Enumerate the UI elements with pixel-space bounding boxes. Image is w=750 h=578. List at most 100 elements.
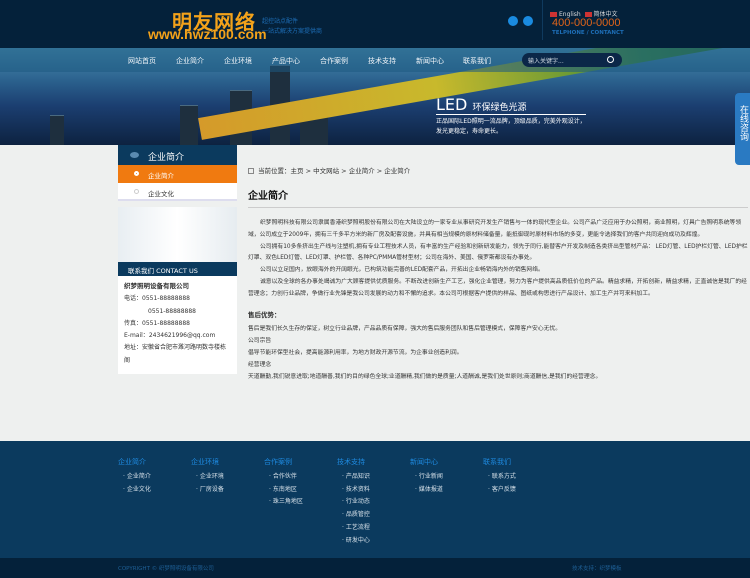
footer-col-title[interactable]: 企业环境 (191, 457, 261, 467)
sidebar-title: 企业简介 (118, 145, 237, 165)
chat-bubble-icon (130, 152, 139, 158)
address-label: 地址： (124, 344, 143, 352)
tel-2: 0551-88888888 (148, 307, 196, 315)
sidebar-item-label: 企业简介 (148, 172, 174, 180)
online-consult-button[interactable]: 在线咨询 (735, 93, 750, 165)
banner-title-led: LED (436, 95, 468, 114)
customer-service-photo (118, 207, 237, 262)
footer-link[interactable]: · 技术资料 (337, 484, 407, 497)
qq-icon[interactable] (508, 16, 518, 26)
paragraph: 天道酬勤,我们锐意进取;地道酬善,我们的目的绿色全球;业道酬精,我们做的是质量;… (248, 373, 602, 380)
sidebar-item-about[interactable]: 企业简介 (118, 165, 237, 183)
tel-label: 电话： (124, 295, 143, 303)
copyright: COPYRIGHT © 织梦照明设备有限公司 (118, 566, 214, 572)
paragraph: 公司以立足国内，放眼海外的开阔眼光，已构筑功能完善的LED配套产品，开拓出企业畅… (260, 267, 544, 274)
page-title: 企业简介 (248, 187, 748, 208)
footer-col-cases: 合作案例 · 合作伙伴 · 东南地区 · 珠三角地区 (264, 457, 334, 509)
footer-link[interactable]: · 珠三角地区 (264, 496, 334, 509)
breadcrumb-item[interactable]: 企业简介 (349, 167, 375, 175)
footer-link[interactable]: · 产品知识 (337, 471, 407, 484)
sidebar-title-text: 企业简介 (148, 153, 185, 163)
footer-link[interactable]: · 工艺流程 (337, 522, 407, 535)
contact-details: 织梦照明设备有限公司 电话：0551-88888888 0551-8888888… (118, 276, 237, 371)
nav-cases[interactable]: 合作案例 (320, 56, 348, 66)
paragraph: 倡导节能环保型社会，提高能源利用率，为地方财政开源节流，为企事业创造利润。 (248, 349, 463, 356)
logo-url[interactable]: www.hwz100.com (148, 26, 267, 42)
contact-title: 联系我们 CONTACT US (118, 262, 237, 276)
footer-col-about: 企业简介 · 企业简介 · 企业文化 (118, 457, 188, 496)
breadcrumb: 当前位置：主页 > 中文网站 > 企业简介 > 企业简介 (248, 165, 748, 175)
banner-subtitle: 正品国际LED照明一流品牌，顶级品质，完美外观设计， 发光更稳定，寿命更长。 (436, 117, 586, 137)
main-nav: 网站首页 企业简介 企业环境 产品中心 合作案例 技术支持 新闻中心 联系我们 … (0, 48, 750, 72)
footer-link[interactable]: · 企业简介 (118, 471, 188, 484)
building (50, 115, 64, 145)
consult-label: 在线咨询 (738, 105, 748, 141)
nav-products[interactable]: 产品中心 (272, 56, 300, 66)
paragraph: 经营理念 (248, 361, 272, 368)
breadcrumb-item[interactable]: 企业简介 (384, 167, 410, 175)
search-icon[interactable] (607, 56, 614, 63)
footer-link[interactable]: · 行业动态 (337, 496, 407, 509)
paragraph: 售后是我们长久生存的保证，树立行业品牌，产品品质有保障，强大的售后服务团队和售后… (248, 326, 562, 333)
banner-divider (436, 114, 586, 115)
nav-about[interactable]: 企业简介 (176, 56, 204, 66)
footer-col-title[interactable]: 技术支持 (337, 457, 407, 467)
nav-home[interactable]: 网站首页 (128, 56, 156, 66)
fax: 0551-88888888 (142, 319, 190, 327)
phone-number: 400-000-0000 (552, 17, 621, 29)
paragraph: 公司拥有10多条挤出生产线与注塑机,拥有专业工程技术人员，有丰富的生产经验和创新… (248, 243, 748, 262)
phone-label: TELPHONE / CONTANCT (552, 30, 624, 36)
banner-line: 正品国际LED照明一流品牌，顶级品质，完美外观设计， (436, 118, 586, 125)
footer-col-title[interactable]: 合作案例 (264, 457, 334, 467)
search-placeholder: 输入关键字... (528, 58, 564, 65)
email-label: E-mail： (124, 332, 149, 340)
search-input[interactable]: 输入关键字... (522, 53, 622, 67)
contact-box: 联系我们 CONTACT US 织梦照明设备有限公司 电话：0551-88888… (118, 207, 237, 374)
sidebar-item-culture[interactable]: 企业文化 (118, 183, 237, 201)
tel-1: 0551-88888888 (142, 295, 190, 303)
footer-col-contact: 联系我们 · 联系方式 · 客户反馈 (483, 457, 553, 496)
footer-link[interactable]: · 媒体报道 (410, 484, 480, 497)
footer-col-environment: 企业环境 · 企业环境 · 厂房设备 (191, 457, 261, 496)
paragraph: 织梦照明科技有限公司隶属香港织梦照明股份有限公司在大陆设立的一家专业从事研究开发… (248, 220, 742, 238)
divider (542, 0, 543, 40)
footer-link[interactable]: · 东南地区 (264, 484, 334, 497)
footer-link[interactable]: · 合作伙伴 (264, 471, 334, 484)
footer-link[interactable]: · 厂房设备 (191, 484, 261, 497)
paragraph: 公司宗旨 (248, 338, 272, 345)
main-content: 当前位置：主页 > 中文网站 > 企业简介 > 企业简介 企业简介 织梦照明科技… (248, 165, 748, 383)
tech-support[interactable]: 技术支持：织梦模板 (572, 564, 622, 572)
footer-col-support: 技术支持 · 产品知识 · 技术资料 · 行业动态 · 品质管控 · 工艺流程 · 研发中心 (337, 457, 407, 547)
contact-title-cn: 联系我们 (128, 267, 154, 275)
footer-link[interactable]: · 企业文化 (118, 484, 188, 497)
breadcrumb-item[interactable]: 主页 (291, 167, 304, 175)
footer-link[interactable]: · 研发中心 (337, 535, 407, 548)
weibo-icon[interactable] (523, 16, 533, 26)
footer-col-title[interactable]: 企业简介 (118, 457, 188, 467)
nav-contact[interactable]: 联系我们 (463, 56, 491, 66)
banner-line: 发光更稳定，寿命更长。 (436, 128, 503, 135)
nav-support[interactable]: 技术支持 (368, 56, 396, 66)
bottom-bar: COPYRIGHT © 织梦照明设备有限公司 技术支持：织梦模板 (0, 558, 750, 578)
footer-link[interactable]: · 品质管控 (337, 509, 407, 522)
nav-environment[interactable]: 企业环境 (224, 56, 252, 66)
home-icon (248, 168, 254, 174)
breadcrumb-prefix: 当前位置： (258, 167, 291, 175)
slogan: 超控站点配件 一站式解决方案提供商 (262, 17, 322, 37)
footer-link[interactable]: · 企业环境 (191, 471, 261, 484)
footer-link[interactable]: · 客户反馈 (483, 484, 553, 497)
contact-title-en: CONTACT US (156, 267, 198, 275)
footer-col-title[interactable]: 新闻中心 (410, 457, 480, 467)
slogan-line: 超控站点配件 (262, 18, 299, 25)
footer-link[interactable]: · 联系方式 (483, 471, 553, 484)
bullet-icon (134, 171, 139, 176)
breadcrumb-item[interactable]: 中文网站 (313, 167, 339, 175)
banner-title: LED 环保绿色光源 (436, 95, 526, 114)
article-body: 织梦照明科技有限公司隶属香港织梦照明股份有限公司在大陆设立的一家专业从事研究开发… (248, 218, 748, 383)
email[interactable]: 2434621996@qq.com (149, 332, 216, 339)
footer-col-news: 新闻中心 · 行业新闻 · 媒体报道 (410, 457, 480, 496)
footer-link[interactable]: · 行业新闻 (410, 471, 480, 484)
nav-news[interactable]: 新闻中心 (416, 56, 444, 66)
sidebar-item-label: 企业文化 (148, 190, 174, 198)
footer-col-title[interactable]: 联系我们 (483, 457, 553, 467)
